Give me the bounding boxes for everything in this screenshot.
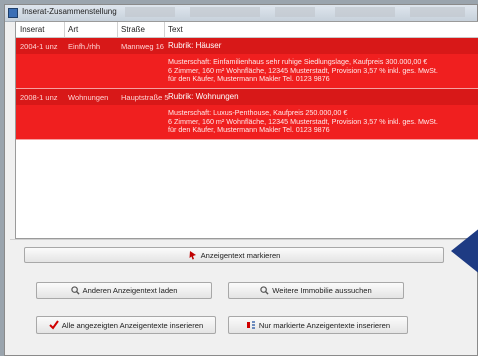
background-window-blur xyxy=(275,7,315,17)
cell-text: Musterschaft: Luxus-Penthouse, Kaufpreis… xyxy=(168,108,473,135)
cell-inserat: 2008-1 unz xyxy=(20,93,58,102)
mark-ad-text-button[interactable]: Anzeigentext markieren xyxy=(24,247,444,263)
load-other-ad-text-button[interactable]: Anderen Anzeigentext laden xyxy=(36,282,212,299)
app-icon xyxy=(8,8,18,18)
cell-rubric: Rubrik: Häuser xyxy=(168,41,222,50)
table-row[interactable]: 2008-1 unz Wohnungen Hauptstraße 5 Rubri… xyxy=(16,89,478,140)
cell-art: Wohnungen xyxy=(68,93,109,102)
app-window: Inserat-Zusammenstellung Inserat Art Str… xyxy=(4,4,478,356)
cell-strasse: Mannweg 16 xyxy=(121,42,164,51)
table-row[interactable]: 2004-1 unz Einfh./rhh Mannweg 16 Rubrik:… xyxy=(16,38,478,89)
load-other-ad-text-label: Anderen Anzeigentext laden xyxy=(82,286,178,295)
marked-text-icon xyxy=(246,321,255,329)
background-window-blur xyxy=(190,7,260,17)
text-line: für den Käufer, Mustermann Makler Tel. 0… xyxy=(168,74,330,84)
insert-all-ad-texts-label: Alle angezeigten Anzeigentexte inseriere… xyxy=(61,320,204,330)
inserate-table: Inserat Art Straße Text 2004-1 unz Einfh… xyxy=(15,21,478,239)
background-window-blur xyxy=(335,7,395,17)
cell-art: Einfh./rhh xyxy=(68,42,101,51)
column-divider[interactable] xyxy=(117,22,118,37)
text-line: für den Käufer, Mustermann Makler Tel. 0… xyxy=(168,125,330,135)
column-divider[interactable] xyxy=(64,22,65,37)
magnifier-icon xyxy=(260,286,269,295)
title-bar: Inserat-Zusammenstellung xyxy=(5,5,477,22)
window-title: Inserat-Zusammenstellung xyxy=(22,7,117,16)
magnifier-icon xyxy=(70,286,80,295)
table-header: Inserat Art Straße Text xyxy=(16,22,478,38)
cell-strasse: Hauptstraße 5 xyxy=(121,93,169,102)
column-header-inserat[interactable]: Inserat xyxy=(20,25,44,34)
search-more-property-button[interactable]: Weitere Immobilie aussuchen xyxy=(228,282,404,299)
cell-rubric: Rubrik: Wohnungen xyxy=(168,92,239,101)
insert-marked-ad-texts-label: Nur markierte Anzeigentexte inserieren xyxy=(258,320,391,330)
mark-ad-text-label: Anzeigentext markieren xyxy=(200,250,281,260)
column-header-text[interactable]: Text xyxy=(168,25,183,34)
red-checkmark-icon xyxy=(49,320,59,330)
annotation-arrow-shaft xyxy=(472,244,478,258)
column-header-art[interactable]: Art xyxy=(68,25,78,34)
column-header-strasse[interactable]: Straße xyxy=(121,25,145,34)
section-divider xyxy=(10,239,474,240)
background-window-blur xyxy=(125,7,175,17)
cell-inserat: 2004-1 unz xyxy=(20,42,58,51)
background-window-blur xyxy=(410,7,465,17)
insert-marked-ad-texts-button[interactable]: Nur markierte Anzeigentexte inserieren xyxy=(228,316,408,334)
search-more-property-label: Weitere Immobilie aussuchen xyxy=(272,286,372,295)
insert-all-ad-texts-button[interactable]: Alle angezeigten Anzeigentexte inseriere… xyxy=(36,316,216,334)
cell-text: Musterschaft: Einfamilienhaus sehr ruhig… xyxy=(168,57,473,84)
cursor-arrow-icon xyxy=(189,251,196,260)
column-divider[interactable] xyxy=(164,22,165,37)
